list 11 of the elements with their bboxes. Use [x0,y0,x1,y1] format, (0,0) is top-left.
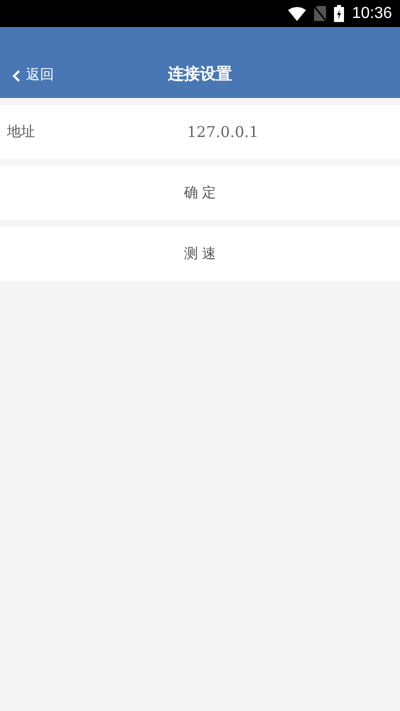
wifi-icon [288,6,306,20]
no-sim-icon [314,6,326,21]
battery-charging-icon [334,5,344,22]
address-field[interactable]: 127.0.0.1 [187,120,400,144]
address-label: 地址 [6,122,36,142]
clock-time: 10:36 [352,4,392,24]
chevron-left-icon [12,70,20,82]
page-title: 连接设置 [168,63,232,85]
action-button[interactable]: 确 定 [0,166,400,220]
action-button[interactable]: 测 速 [0,227,400,281]
back-button[interactable]: 返回 [0,65,54,86]
